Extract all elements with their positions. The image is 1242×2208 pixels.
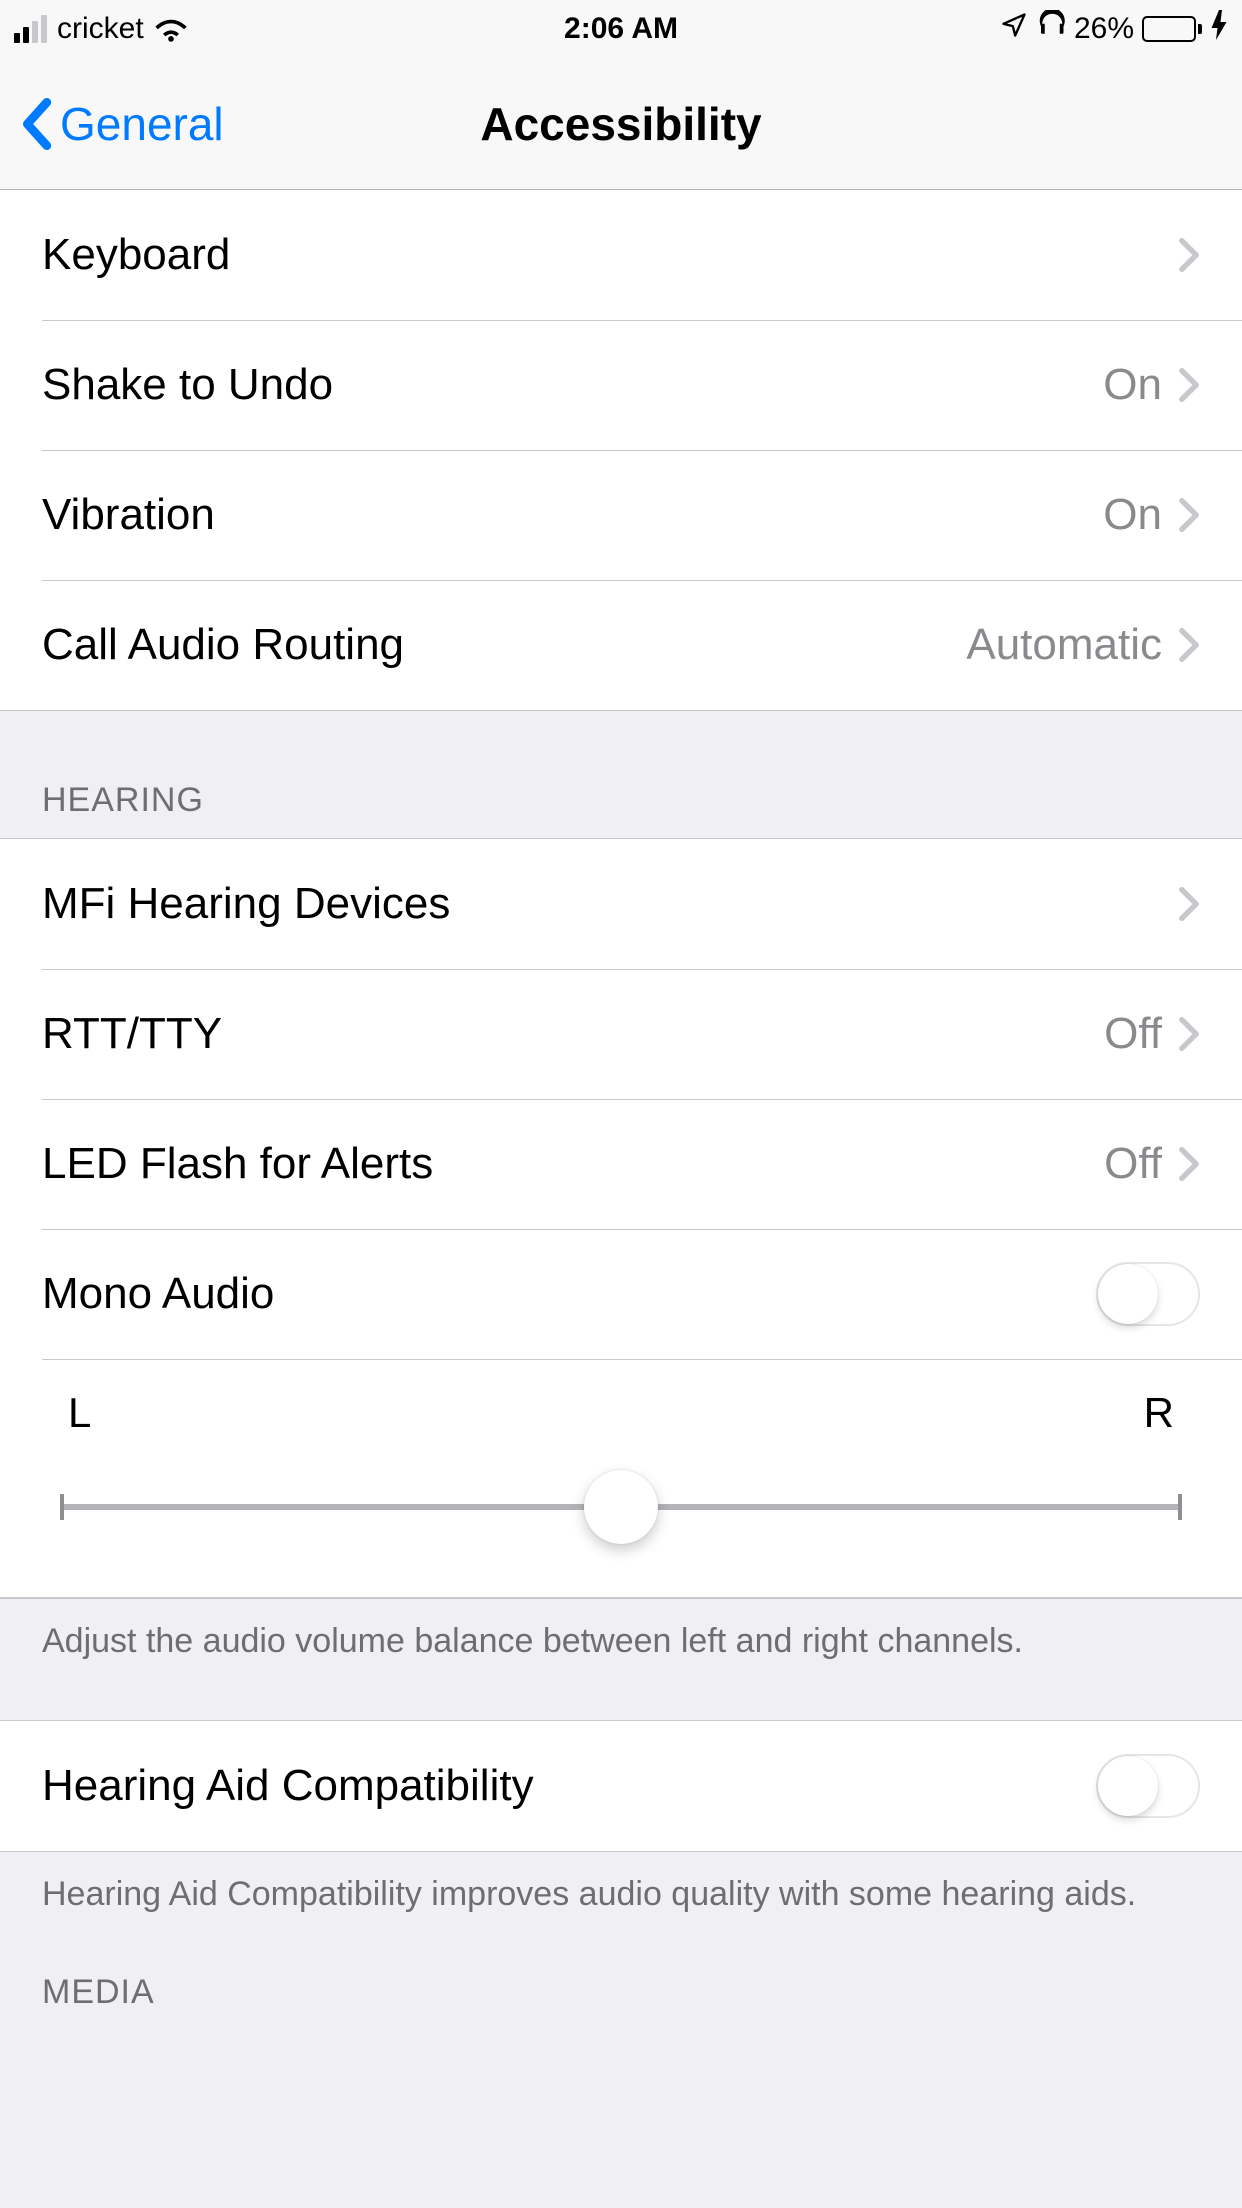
battery-percent: 26% [1074,12,1134,46]
cell-signal-icon [14,15,47,43]
wifi-icon [154,16,188,42]
chevron-right-icon [1178,1016,1200,1052]
battery-icon [1142,16,1202,42]
chevron-right-icon [1178,497,1200,533]
row-value: Off [1104,1139,1162,1189]
row-value: Off [1104,1009,1162,1059]
location-icon [1000,11,1028,47]
row-mono-audio: Mono Audio [0,1229,1242,1359]
group-interaction: Keyboard Shake to Undo On Vibration On C… [0,190,1242,711]
carrier-label: cricket [57,12,144,46]
back-label: General [60,97,224,151]
row-keyboard[interactable]: Keyboard [0,190,1242,320]
group-hearing: MFi Hearing Devices RTT/TTY Off LED Flas… [0,838,1242,1599]
nav-bar: General Accessibility [0,58,1242,190]
row-hearing-aid-compatibility: Hearing Aid Compatibility [0,1721,1242,1851]
row-mfi-hearing-devices[interactable]: MFi Hearing Devices [0,839,1242,969]
row-vibration[interactable]: Vibration On [0,450,1242,580]
back-button[interactable]: General [20,97,224,151]
audio-balance-slider[interactable] [60,1477,1182,1537]
row-audio-balance: L R [0,1359,1242,1598]
chevron-right-icon [1178,627,1200,663]
chevron-right-icon [1178,1146,1200,1182]
headphones-icon [1036,10,1066,48]
slider-thumb[interactable] [584,1470,658,1544]
row-label: Hearing Aid Compatibility [42,1761,1096,1811]
chevron-right-icon [1178,237,1200,273]
status-time: 2:06 AM [419,12,824,46]
section-header-hearing: HEARING [0,711,1242,838]
group-hac: Hearing Aid Compatibility [0,1720,1242,1852]
row-led-flash[interactable]: LED Flash for Alerts Off [0,1099,1242,1229]
row-label: MFi Hearing Devices [42,879,1178,929]
row-rtt-tty[interactable]: RTT/TTY Off [0,969,1242,1099]
section-footer-hac: Hearing Aid Compatibility improves audio… [0,1852,1242,1918]
chevron-right-icon [1178,886,1200,922]
row-label: Keyboard [42,230,1178,280]
row-label: Call Audio Routing [42,620,966,670]
charging-icon [1210,10,1228,48]
row-label: Shake to Undo [42,360,1103,410]
row-value: Automatic [966,620,1162,670]
status-bar: cricket 2:06 AM 26% [0,0,1242,58]
section-footer-balance: Adjust the audio volume balance between … [0,1599,1242,1665]
hac-switch[interactable] [1096,1754,1200,1818]
chevron-right-icon [1178,367,1200,403]
row-label: RTT/TTY [42,1009,1104,1059]
chevron-left-icon [20,98,52,150]
mono-audio-switch[interactable] [1096,1262,1200,1326]
row-label: Vibration [42,490,1103,540]
row-call-audio-routing[interactable]: Call Audio Routing Automatic [0,580,1242,710]
row-value: On [1103,490,1162,540]
balance-right-label: R [1144,1389,1174,1437]
balance-left-label: L [68,1389,91,1437]
row-label: Mono Audio [42,1269,1096,1319]
section-header-media: MEDIA [0,1918,1242,2030]
row-value: On [1103,360,1162,410]
row-label: LED Flash for Alerts [42,1139,1104,1189]
row-shake-to-undo[interactable]: Shake to Undo On [0,320,1242,450]
